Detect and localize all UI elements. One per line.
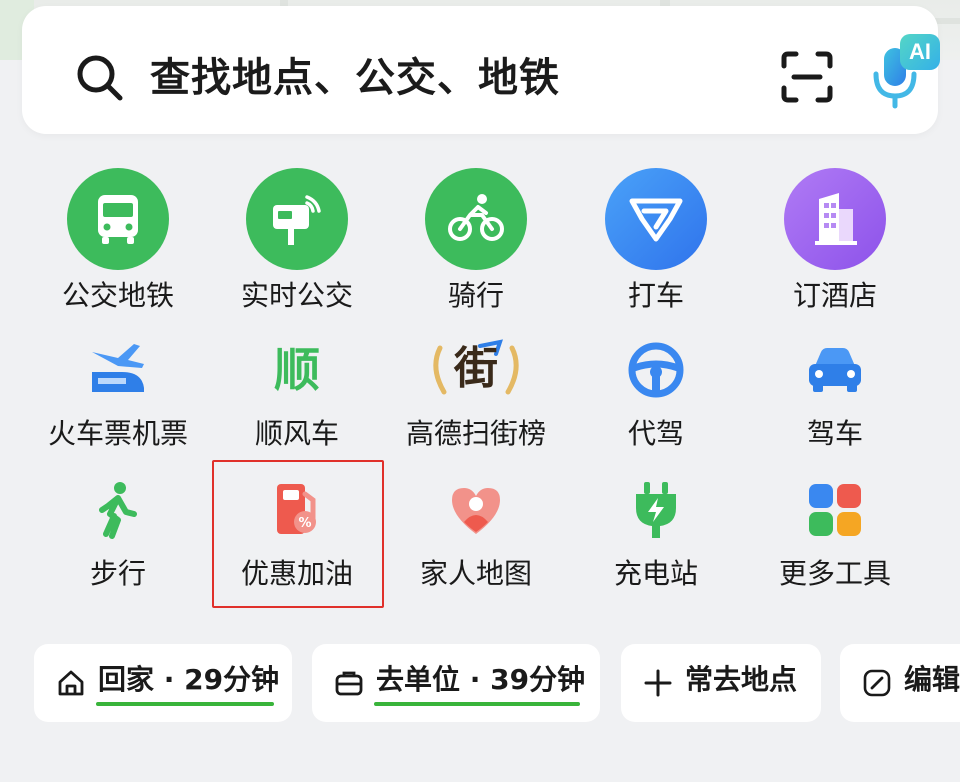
edit-icon: [863, 669, 891, 697]
tool-label: 火车票机票: [47, 417, 188, 450]
tool-label: 订酒店: [792, 279, 877, 312]
work-eta: · 39分钟: [460, 663, 586, 696]
hotel-icon: [784, 168, 886, 270]
home-underline: [96, 702, 274, 706]
search-input[interactable]: 查找地点、公交、地铁: [150, 50, 560, 106]
tool-label: 步行: [89, 557, 146, 590]
scan-icon[interactable]: [780, 50, 834, 104]
ai-badge: AI: [900, 34, 940, 70]
highlight-box: [212, 460, 384, 608]
train-plane-icon: [92, 344, 144, 392]
tool-label: 高德扫街榜: [405, 417, 546, 450]
tool-label: 实时公交: [240, 279, 353, 312]
edit-label: 编辑: [904, 663, 960, 696]
home-icon: [58, 670, 84, 696]
street-ranking-icon: 街: [454, 343, 498, 394]
tool-label: 充电站: [613, 557, 698, 590]
walking-icon: [99, 482, 137, 539]
tool-label: 代驾: [627, 417, 684, 450]
edit-chip[interactable]: 编辑: [840, 644, 960, 722]
work-underline: [374, 702, 580, 706]
search-icon: [77, 55, 123, 101]
taxi-logo-icon: [605, 168, 707, 270]
ai-voice-button[interactable]: AI: [870, 34, 940, 110]
family-map-icon: [452, 488, 500, 534]
tool-label: 顺风车: [254, 417, 339, 450]
home-label-text: 回家: [98, 663, 155, 696]
steering-wheel-icon: [628, 342, 684, 398]
tool-label: 公交地铁: [61, 279, 174, 312]
tool-label: 骑行: [447, 279, 504, 312]
frequent-places-chip[interactable]: 常去地点: [621, 644, 821, 722]
briefcase-icon: [335, 671, 363, 696]
frequent-label: 常去地点: [685, 663, 798, 696]
charging-icon: [636, 482, 676, 538]
tool-label: 打车: [627, 279, 684, 312]
car-icon: [809, 348, 861, 392]
shunfeng-icon: 顺: [274, 343, 320, 397]
tool-label: 驾车: [806, 417, 863, 450]
home-label: 回家 · 29分钟: [98, 662, 279, 698]
bus-icon: [67, 168, 169, 270]
realtime-bus-icon: [246, 168, 348, 270]
plus-icon: [644, 669, 672, 697]
bicycle-icon: [425, 168, 527, 270]
search-bar[interactable]: 查找地点、公交、地铁 AI: [22, 6, 940, 134]
home-eta: · 29分钟: [154, 663, 280, 696]
go-home-chip[interactable]: 回家 · 29分钟: [34, 644, 292, 722]
tool-label: 家人地图: [419, 557, 532, 590]
work-label: 去单位 · 39分钟: [376, 662, 585, 698]
work-label-text: 去单位: [376, 663, 461, 696]
more-tools-icon: [809, 484, 861, 536]
go-work-chip[interactable]: 去单位 · 39分钟: [312, 644, 600, 722]
tool-label: 更多工具: [778, 557, 891, 590]
